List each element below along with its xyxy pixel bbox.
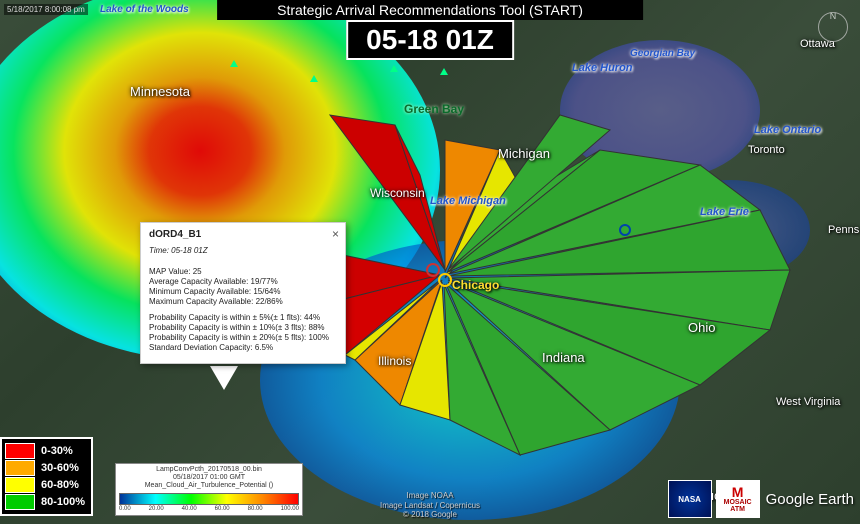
legend-swatch xyxy=(5,494,35,510)
mosaic-atm-logo: M MOSAIC ATM xyxy=(716,480,760,518)
scale-time: 05/18/2017 01:00 GMT xyxy=(119,474,299,482)
legend-row: 0-30% xyxy=(5,443,85,459)
waypoint-icon xyxy=(440,68,448,75)
legend-swatch xyxy=(5,443,35,459)
scale-gradient-bar xyxy=(119,493,299,505)
waypoint-icon xyxy=(230,60,238,67)
lake-huron-overlay xyxy=(560,40,760,180)
waypoint-icon xyxy=(310,75,318,82)
tooltip-tail-icon xyxy=(210,366,238,390)
turbulence-scale-legend: LampConvPcth_20170518_00.bin 05/18/2017 … xyxy=(115,463,303,516)
legend-row: 80-100% xyxy=(5,494,85,510)
marker-east[interactable] xyxy=(619,224,631,236)
legend-swatch xyxy=(5,460,35,476)
scale-ticks: 0.00 20.00 40.00 60.00 80.00 100.00 xyxy=(119,506,299,513)
app-title: Strategic Arrival Recommendations Tool (… xyxy=(217,0,643,20)
legend-label: 60-80% xyxy=(41,479,79,491)
scale-file: LampConvPcth_20170518_00.bin xyxy=(119,466,299,474)
tooltip-prob-10: Probability Capacity is within ± 10%(± 3… xyxy=(149,323,337,332)
chicago-marker[interactable] xyxy=(438,273,452,287)
legend-label: 30-60% xyxy=(41,462,79,474)
legend-label: 0-30% xyxy=(41,445,73,457)
nasa-logo: NASA xyxy=(668,480,712,518)
logo-strip: NASA M MOSAIC ATM Google Earth xyxy=(668,480,854,518)
tooltip-title: dORD4_B1 xyxy=(149,229,337,240)
legend-label: 80-100% xyxy=(41,496,85,508)
tooltip-time: Time: 05-18 01Z xyxy=(149,246,337,255)
tooltip-min-capacity: Minimum Capacity Available: 15/64% xyxy=(149,287,337,296)
close-icon[interactable]: × xyxy=(332,227,339,241)
capacity-legend: 0-30% 30-60% 60-80% 80-100% xyxy=(0,437,93,516)
tooltip-avg-capacity: Average Capacity Available: 19/77% xyxy=(149,277,337,286)
waypoint-icon xyxy=(390,65,398,72)
google-earth-logo: Google Earth xyxy=(766,491,854,508)
tooltip-stddev: Standard Deviation Capacity: 6.5% xyxy=(149,343,337,352)
tooltip-prob-20: Probability Capacity is within ± 20%(± 5… xyxy=(149,333,337,342)
time-display: 05-18 01Z xyxy=(346,20,514,60)
legend-row: 30-60% xyxy=(5,460,85,476)
sector-tooltip: × dORD4_B1 Time: 05-18 01Z MAP Value: 25… xyxy=(140,222,346,364)
timestamp-top-left: 5/18/2017 8:00:08 pm xyxy=(4,4,88,15)
compass-icon[interactable] xyxy=(818,12,848,42)
legend-swatch xyxy=(5,477,35,493)
legend-row: 60-80% xyxy=(5,477,85,493)
tooltip-prob-5: Probability Capacity is within ± 5%(± 1 … xyxy=(149,313,337,322)
imagery-attribution: Image NOAA Image Landsat / Copernicus © … xyxy=(380,491,480,520)
lake-erie-overlay xyxy=(650,180,810,280)
scale-var: Mean_Cloud_Air_Turbulence_Potential () xyxy=(119,482,299,490)
tooltip-max-capacity: Maximum Capacity Available: 22/86% xyxy=(149,297,337,306)
tooltip-map-value: MAP Value: 25 xyxy=(149,267,337,276)
ord-marker[interactable] xyxy=(426,263,440,277)
